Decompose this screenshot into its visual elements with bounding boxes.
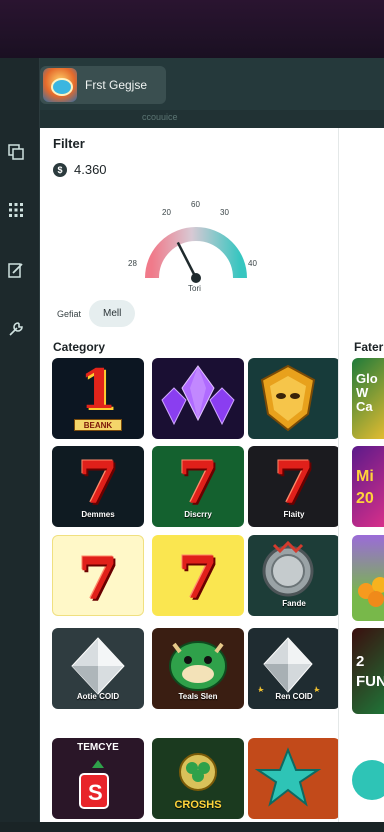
lucky-seven-icon: 7 <box>77 449 119 517</box>
orange-fruit-icon <box>358 577 384 607</box>
copy-icon[interactable] <box>6 142 26 162</box>
grid-icon[interactable] <box>6 200 26 220</box>
gauge-tick-5: 28 <box>128 259 137 268</box>
toggle-row: Gefiat Mell <box>57 300 136 327</box>
tile-caption: Discrry <box>184 510 212 519</box>
header: Frst Gegjse ccouuice <box>40 58 384 128</box>
coin-icon: $ <box>53 162 67 177</box>
category-title: Category <box>53 340 106 354</box>
edit-icon[interactable] <box>6 260 26 280</box>
featured-tile-2[interactable]: Mi 20 <box>352 446 384 527</box>
sidebar <box>0 58 40 832</box>
header-strip-text: ccouuice <box>142 112 178 122</box>
featured-tile-text: 2 FUN <box>356 653 384 690</box>
header-strip: ccouuice <box>40 110 384 128</box>
tile-caption: Demmes <box>81 510 115 519</box>
game-tile-coin[interactable]: Fande <box>248 535 340 616</box>
golden-shield-icon <box>260 364 316 432</box>
gauge-hub <box>191 273 201 283</box>
gauge-needle <box>176 241 198 279</box>
featured-title: Fatern <box>354 340 384 354</box>
gauge-tick-4: 40 <box>248 259 257 268</box>
gauge-tick-2: 60 <box>191 200 200 209</box>
game-tile-bank[interactable]: 1 BEANK <box>52 358 144 439</box>
tile-caption: Aotie COID <box>76 692 120 701</box>
toggle-option-chip[interactable]: Mell <box>89 300 136 327</box>
gauge-arc <box>145 227 247 279</box>
game-tile-sevens-3[interactable]: 7 Flaity <box>248 446 340 527</box>
bottom-edge <box>0 822 384 832</box>
game-tile-sevens-1[interactable]: 7 Demmes <box>52 446 144 527</box>
featured-tile-3[interactable] <box>352 535 384 621</box>
featured-action-button[interactable] <box>352 760 384 800</box>
lucky-seven-icon: 7 <box>177 449 219 517</box>
featured-tile-text: Glo W Ca <box>356 371 378 414</box>
tile-caption: TEMCYE <box>77 742 119 753</box>
coin-value: 4.360 <box>74 162 107 177</box>
game-tile-shield[interactable] <box>248 358 340 439</box>
game-tile-slot[interactable]: TEMCYE S <box>52 738 144 819</box>
teal-star-icon <box>254 747 322 807</box>
game-thumbnail-icon <box>43 68 77 102</box>
svg-text:S: S <box>88 780 103 805</box>
game-tile-gems[interactable] <box>152 358 244 439</box>
wrench-icon[interactable] <box>6 319 26 339</box>
featured-tile-4[interactable]: 2 FUN <box>352 628 384 714</box>
coin-balance: $ 4.360 <box>53 162 107 177</box>
top-status-area <box>0 0 384 58</box>
gauge-tick-1: 20 <box>162 208 171 217</box>
gauge-label: Tori <box>188 284 201 293</box>
game-tile-sevens-5[interactable]: 7 <box>152 535 244 616</box>
filter-panel: Filter $ 4.360 20 60 30 40 28 Tori Gefia… <box>40 128 340 832</box>
tile-caption: Teals Slen <box>178 692 218 701</box>
game-tile-frog[interactable]: Teals Slen <box>152 628 244 709</box>
filter-title: Filter <box>53 136 85 151</box>
game-title: Frst Gegjse <box>85 78 148 92</box>
game-tile-diamond-1[interactable]: Aotie COID <box>52 628 144 709</box>
speed-gauge[interactable]: 20 60 30 40 28 Tori <box>122 198 270 298</box>
purple-gems-icon <box>161 365 235 426</box>
lucky-seven-icon: 7 <box>273 449 315 517</box>
number-one-icon: 1 <box>79 358 117 421</box>
lucky-seven-icon: 7 <box>177 544 219 612</box>
current-game-chip[interactable]: Frst Gegjse <box>40 66 166 104</box>
game-tile-star[interactable] <box>248 738 340 819</box>
featured-panel: Fatern Glo W Ca Mi 20 2 FUN <box>339 128 384 832</box>
tile-caption: CROSHS <box>174 799 222 811</box>
toggle-label: Gefiat <box>57 308 82 319</box>
tile-caption: BEANK <box>74 419 122 431</box>
gauge-tick-3: 30 <box>220 208 229 217</box>
tile-caption: Ren COID <box>275 692 313 701</box>
tile-caption: Flaity <box>283 510 305 519</box>
game-tile-diamond-2[interactable]: Ren COID <box>248 628 340 709</box>
featured-tile-text: Mi 20 <box>356 468 374 507</box>
game-tile-sevens-2[interactable]: 7 Discrry <box>152 446 244 527</box>
featured-tile-1[interactable]: Glo W Ca <box>352 358 384 439</box>
lucky-seven-icon: 7 <box>77 545 119 613</box>
tile-caption: Fande <box>282 599 306 608</box>
game-tile-shamrock[interactable]: CROSHS <box>152 738 244 819</box>
game-tile-sevens-4[interactable]: 7 <box>52 535 144 616</box>
